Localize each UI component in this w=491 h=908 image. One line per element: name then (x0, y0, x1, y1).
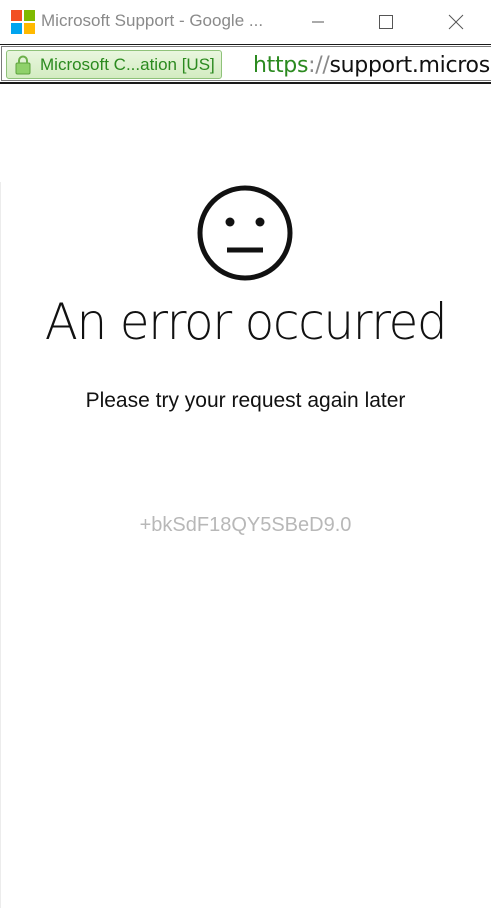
minimize-icon (312, 21, 324, 23)
page-content: An error occurred Please try your reques… (0, 86, 491, 908)
security-badge-label: Microsoft C...ation [US] (40, 54, 215, 74)
error-title: An error occurred (44, 293, 448, 351)
address-field[interactable]: Microsoft C...ation [US] https://support… (1, 46, 491, 81)
error-message: Please try your request again later (85, 389, 406, 412)
title-bar[interactable]: Microsoft Support - Google ... (0, 0, 491, 44)
window-title: Microsoft Support - Google ... (41, 11, 264, 30)
neutral-face-icon (197, 185, 293, 281)
error-code: +bkSdF18QY5SBeD9.0 (139, 514, 352, 536)
browser-window: Microsoft Support - Google ... Microsoft… (0, 0, 491, 908)
minimize-button[interactable] (295, 0, 341, 44)
microsoft-logo-icon (11, 10, 35, 34)
close-button[interactable] (433, 0, 479, 44)
security-badge[interactable]: Microsoft C...ation [US] (6, 50, 222, 79)
maximize-button[interactable] (363, 0, 409, 44)
url-separator: :// (308, 53, 330, 78)
page-edge-divider (0, 182, 1, 908)
maximize-icon (379, 15, 393, 29)
url-text[interactable]: https://support.micros (253, 53, 490, 78)
lock-icon (15, 55, 31, 74)
close-icon (448, 14, 464, 30)
address-bar[interactable]: Microsoft C...ation [US] https://support… (0, 44, 491, 84)
url-host: support.micros (329, 53, 490, 78)
url-scheme: https (253, 53, 309, 78)
